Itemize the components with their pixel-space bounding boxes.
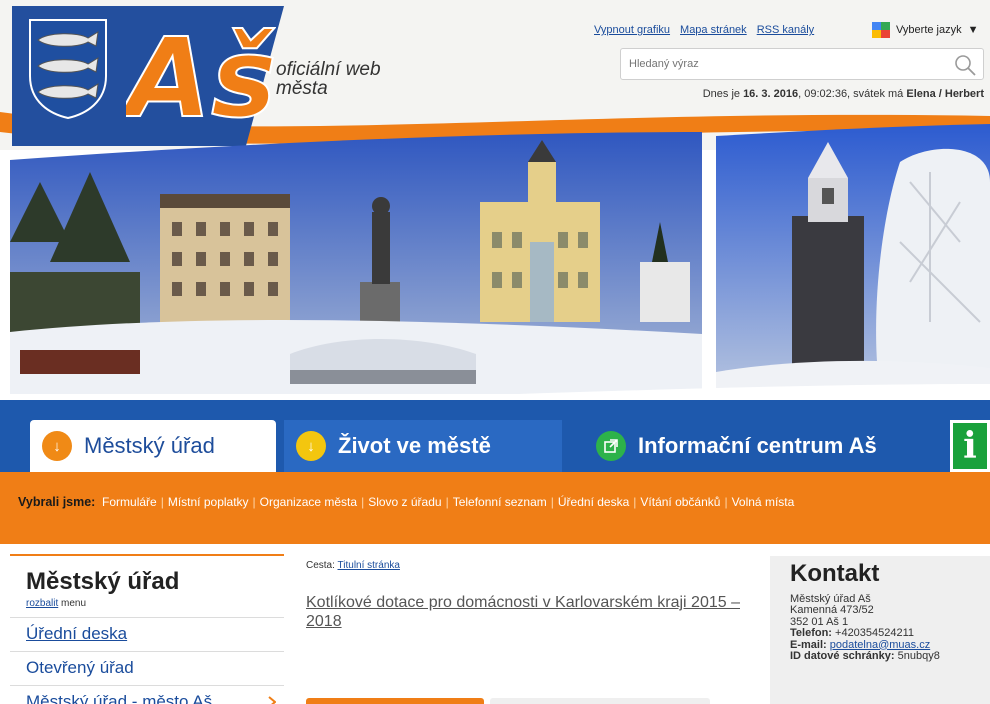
date-info: Dnes je 16. 3. 2016, 09:02:36, svátek má… <box>702 88 984 100</box>
quick-link-vitani-obcanku[interactable]: Vítání občánků <box>640 495 720 509</box>
expand-link[interactable]: rozbalit <box>26 598 58 609</box>
tab-mestsky-urad[interactable]: ↓ Městský úřad <box>30 420 276 472</box>
arrow-down-icon: ↓ <box>296 431 326 461</box>
external-link-icon <box>596 431 626 461</box>
quick-link-mistni-poplatky[interactable]: Místní poplatky <box>168 495 249 509</box>
search-box <box>620 48 984 80</box>
tab-label: Život ve městě <box>338 433 491 458</box>
email-link[interactable]: podatelna@muas.cz <box>830 639 930 651</box>
contact-box: Kontakt Městský úřad Aš Kamenná 473/52 3… <box>770 556 990 704</box>
google-translate-icon <box>872 22 890 38</box>
content-tab-active[interactable] <box>306 698 484 704</box>
quick-link-slovo-z-uradu[interactable]: Slovo z úřadu <box>368 495 441 509</box>
sitemap-link[interactable]: Mapa stránek <box>680 24 747 36</box>
quick-link-formulare[interactable]: Formuláře <box>102 495 157 509</box>
tab-informacni-centrum[interactable]: Informační centrum Aš <box>570 420 950 472</box>
quick-link-uredni-deska[interactable]: Úřední deska <box>558 495 629 509</box>
news-headline-link[interactable]: Kotlíkové dotace pro domácnosti v Karlov… <box>306 593 756 631</box>
search-input[interactable] <box>621 49 941 79</box>
quick-link-volna-mista[interactable]: Volná místa <box>732 495 795 509</box>
main-content: Cesta: Titulní stránka Kotlíkové dotace … <box>306 560 756 704</box>
section-title: Městský úřad <box>26 568 180 595</box>
caret-down-icon: ▼ <box>967 24 979 36</box>
rss-link[interactable]: RSS kanály <box>757 24 814 36</box>
nav-item-otevreny-urad[interactable]: Otevřený úřad <box>10 651 284 685</box>
breadcrumb: Cesta: Titulní stránka <box>306 560 400 571</box>
disable-graphics-link[interactable]: Vypnout grafiku <box>594 24 670 36</box>
page: Aš oficiální web města Vypnout grafiku M… <box>0 0 990 704</box>
tab-label: Městský úřad <box>84 433 215 458</box>
main-tabs: ↓ Městský úřad ↓ Život ve městě Informač… <box>0 400 990 472</box>
search-icon[interactable] <box>953 53 977 77</box>
town-banner-image <box>0 124 990 412</box>
tab-label: Informační centrum Aš <box>638 433 877 458</box>
info-icon: i <box>953 423 987 469</box>
left-navigation: Městský úřad rozbalit menu Úřední deska … <box>10 554 284 704</box>
nav-item-uredni-deska[interactable]: Úřední deska <box>10 617 284 651</box>
top-links: Vypnout grafiku Mapa stránek RSS kanály <box>594 24 814 36</box>
quick-link-organizace-mesta[interactable]: Organizace města <box>260 495 357 509</box>
site-tagline: oficiální web města <box>276 59 381 99</box>
breadcrumb-home-link[interactable]: Titulní stránka <box>338 560 400 571</box>
quick-link-telefonni-seznam[interactable]: Telefonní seznam <box>453 495 547 509</box>
chevron-right-icon <box>268 696 276 704</box>
info-button[interactable]: i <box>950 420 990 472</box>
svg-text:Aš: Aš <box>126 14 276 128</box>
language-selector[interactable]: Vyberte jazyk ▼ <box>872 22 979 38</box>
tab-zivot-ve-meste[interactable]: ↓ Život ve městě <box>284 420 562 472</box>
language-label: Vyberte jazyk <box>896 24 962 36</box>
contact-title: Kontakt <box>790 560 880 587</box>
expand-menu: rozbalit menu <box>26 598 87 609</box>
content-tab[interactable] <box>490 698 710 704</box>
crest-icon <box>29 19 107 120</box>
nav-item-mestsky-urad-mesto-as[interactable]: Městský úřad - město Aš <box>10 685 284 704</box>
arrow-down-icon: ↓ <box>42 431 72 461</box>
quick-links-bar: Vybrali jsme: Formuláře | Místní poplatky |… <box>0 472 990 544</box>
logo-as: Aš <box>126 13 276 128</box>
quick-links-lead: Vybrali jsme: <box>18 495 96 509</box>
